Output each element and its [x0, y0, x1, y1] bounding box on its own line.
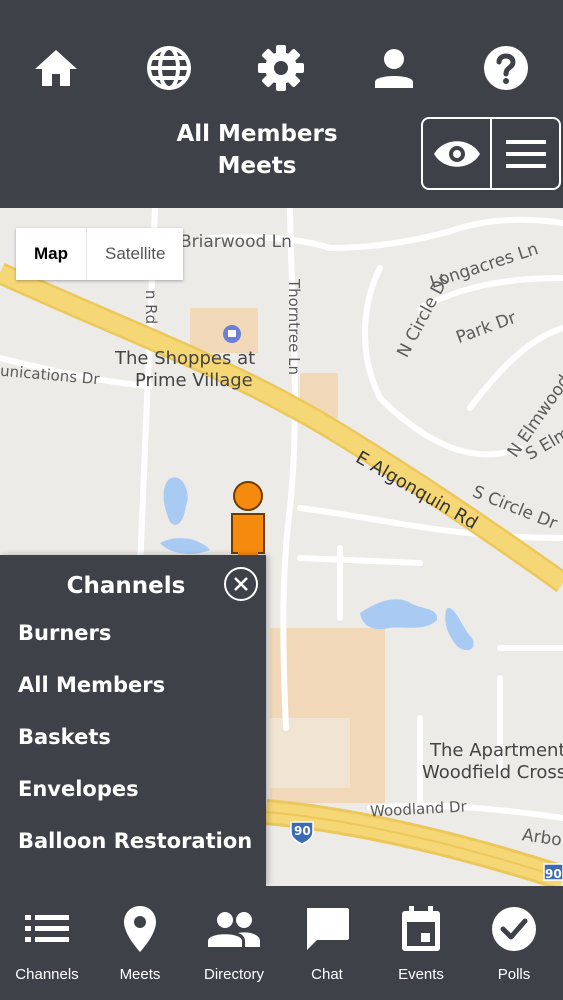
list-icon — [0, 904, 94, 954]
channel-item-balloon-restoration[interactable]: Balloon Restoration — [18, 829, 252, 853]
tab-channels[interactable]: Channels — [0, 886, 94, 1000]
channel-item-baskets[interactable]: Baskets — [18, 725, 111, 749]
channel-item-all-members[interactable]: All Members — [18, 673, 165, 697]
place-label-apartments-line-2: Woodfield Cross — [422, 762, 563, 783]
tab-chat[interactable]: Chat — [280, 886, 374, 1000]
calendar-icon — [374, 904, 468, 954]
place-label-shoppes-line-2: Prime Village — [135, 370, 253, 391]
place-label-shoppes-line-1: The Shoppes at — [115, 348, 256, 369]
street-label-rd: n Rd — [142, 289, 161, 325]
map-type-map-button[interactable]: Map — [16, 228, 86, 280]
globe-icon[interactable] — [141, 40, 197, 96]
hamburger-menu-icon[interactable] — [490, 119, 559, 188]
channel-item-envelopes[interactable]: Envelopes — [18, 777, 139, 801]
bottom-tab-bar: Channels Meets Directory Chat Events Pol… — [0, 886, 563, 1000]
channels-panel: Channels Burners All Members Baskets Env… — [0, 555, 266, 886]
place-label-apartments-line-1: The Apartment — [430, 740, 563, 761]
people-icon — [187, 904, 281, 954]
page-title-line-2: Meets — [217, 153, 297, 179]
channel-item-burners[interactable]: Burners — [18, 621, 111, 645]
interstate-shield-label-2: 90 — [545, 867, 562, 881]
tab-meets[interactable]: Meets — [93, 886, 187, 1000]
page-title: All Members Meets — [160, 118, 354, 182]
gear-icon[interactable] — [253, 40, 309, 96]
page-title-line-1: All Members — [176, 121, 338, 147]
view-toggle-group — [421, 117, 561, 190]
tab-polls-label: Polls — [497, 966, 531, 983]
chat-bubble-icon — [280, 904, 374, 954]
tab-polls[interactable]: Polls — [467, 886, 561, 1000]
close-icon[interactable] — [224, 567, 258, 601]
tab-directory-label: Directory — [203, 966, 264, 983]
tab-chat-label: Chat — [311, 966, 343, 983]
tab-events-label: Events — [398, 966, 444, 983]
top-bar: All Members Meets — [0, 0, 563, 208]
person-icon[interactable] — [366, 40, 422, 96]
street-label-briarwood: Briarwood Ln — [180, 232, 292, 252]
tab-events[interactable]: Events — [374, 886, 468, 1000]
tab-directory[interactable]: Directory — [187, 886, 281, 1000]
home-icon[interactable] — [28, 40, 84, 96]
map-type-control: Map Satellite — [16, 228, 184, 280]
tab-meets-label: Meets — [119, 966, 161, 983]
eye-icon[interactable] — [423, 119, 490, 188]
check-circle-icon — [467, 904, 561, 954]
map-pin-icon — [93, 904, 187, 954]
street-label-thorntree: Thorntree Ln — [285, 278, 304, 376]
help-icon[interactable] — [478, 40, 534, 96]
tab-channels-label: Channels — [15, 966, 79, 983]
channels-panel-title: Channels — [66, 573, 186, 599]
interstate-shield-label: 90 — [294, 824, 311, 838]
map-type-satellite-button[interactable]: Satellite — [86, 228, 183, 280]
